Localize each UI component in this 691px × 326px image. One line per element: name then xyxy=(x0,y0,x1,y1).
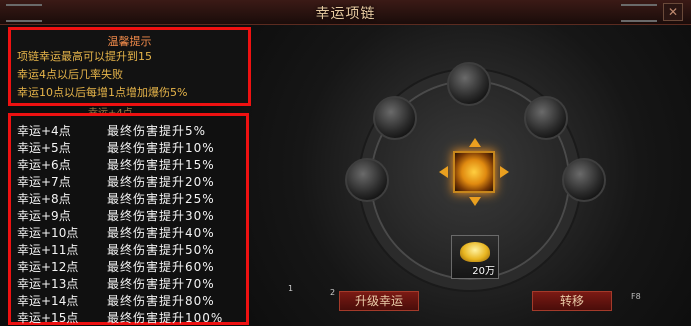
list-item: 幸运+7点 最终伤害提升20% xyxy=(17,173,249,189)
list-item: 幸运+12点 最终伤害提升60% xyxy=(17,258,249,274)
close-icon[interactable]: ✕ xyxy=(663,3,683,21)
luck-level: 幸运+6点 xyxy=(17,158,71,172)
luck-level: 幸运+8点 xyxy=(17,192,71,206)
list-item: 幸运+13点 最终伤害提升70% xyxy=(17,275,249,291)
list-item: 幸运+14点 最终伤害提升80% xyxy=(17,292,249,308)
slot-number-1: 1 xyxy=(288,284,294,293)
damage-bonus: 最终伤害提升30% xyxy=(107,209,215,223)
damage-bonus: 最终伤害提升70% xyxy=(107,277,215,291)
luck-level: 幸运+10点 xyxy=(17,226,79,240)
luck-level: 幸运+4点 xyxy=(17,124,71,138)
list-item: 幸运+11点 最终伤害提升50% xyxy=(17,241,249,257)
title-bar: 幸运项链 ✕ xyxy=(0,0,691,25)
list-item: 幸运+10点 最终伤害提升40% xyxy=(17,224,249,240)
tips-title: 温馨提示 xyxy=(107,35,152,48)
cost-slot: 20万 xyxy=(451,235,499,279)
damage-bonus: 最终伤害提升80% xyxy=(107,294,215,308)
slot-number-2: 2 xyxy=(330,288,336,297)
list-item: 幸运+9点 最终伤害提升30% xyxy=(17,207,249,223)
damage-bonus: 最终伤害提升50% xyxy=(107,243,215,257)
ring-orb-upper-right xyxy=(524,96,568,140)
arrow-up-icon xyxy=(469,138,481,147)
transfer-button[interactable]: 转移 xyxy=(532,291,612,311)
ring-orb-left xyxy=(345,158,389,202)
damage-bonus: 最终伤害提升100% xyxy=(107,311,224,325)
tip-line: 幸运10点以后每增1点增加爆伤5% xyxy=(17,86,188,99)
damage-bonus: 最终伤害提升5% xyxy=(107,124,207,138)
damage-bonus: 最终伤害提升25% xyxy=(107,192,215,206)
luck-level: 幸运+9点 xyxy=(17,209,71,223)
title-ornament-right xyxy=(621,4,657,22)
upgrade-luck-button[interactable]: 升级幸运 xyxy=(339,291,419,311)
tips-panel: 温馨提示 项链幸运最高可以提升到15 幸运4点以后几率失败 幸运10点以后每增1… xyxy=(8,27,251,106)
damage-bonus: 最终伤害提升10% xyxy=(107,141,215,155)
luck-bonus-list: 幸运+4点 最终伤害提升5% 幸运+5点 最终伤害提升10% 幸运+6点 最终伤害提升… xyxy=(8,113,249,325)
luck-level: 幸运+11点 xyxy=(17,243,79,257)
damage-bonus: 最终伤害提升40% xyxy=(107,226,215,240)
ring-orb-right xyxy=(562,158,606,202)
tip-line: 幸运4点以后几率失败 xyxy=(17,68,123,81)
luck-level: 幸运+15点 xyxy=(17,311,79,325)
gold-ingot-icon xyxy=(460,242,490,262)
arrow-right-icon xyxy=(500,166,509,178)
luck-level: 幸运+5点 xyxy=(17,141,71,155)
list-item: 幸运+8点 最终伤害提升25% xyxy=(17,190,249,206)
damage-bonus: 最终伤害提升15% xyxy=(107,158,215,172)
list-item: 幸运+5点 最终伤害提升10% xyxy=(17,139,249,155)
luck-level: 幸运+13点 xyxy=(17,277,79,291)
list-item: 幸运+6点 最终伤害提升15% xyxy=(17,156,249,172)
tip-line: 项链幸运最高可以提升到15 xyxy=(17,50,152,63)
ring-orb-upper-left xyxy=(373,96,417,140)
window-title: 幸运项链 xyxy=(315,6,376,22)
necklace-slot[interactable] xyxy=(453,151,495,193)
list-item: 幸运+15点 最终伤害提升100% xyxy=(17,309,249,325)
cost-amount: 20万 xyxy=(472,266,495,277)
arrow-left-icon xyxy=(439,166,448,178)
luck-level: 幸运+7点 xyxy=(17,175,71,189)
luck-level: 幸运+12点 xyxy=(17,260,79,274)
ring-orb-top xyxy=(447,62,491,106)
list-item: 幸运+4点 最终伤害提升5% xyxy=(17,122,249,138)
damage-bonus: 最终伤害提升20% xyxy=(107,175,215,189)
luck-level: 幸运+14点 xyxy=(17,294,79,308)
damage-bonus: 最终伤害提升60% xyxy=(107,260,215,274)
luck-necklace-window: 幸运项链 ✕ 温馨提示 项链幸运最高可以提升到15 幸运4点以后几率失败 幸运1… xyxy=(0,0,691,326)
arrow-down-icon xyxy=(469,197,481,206)
transfer-hotkey: F8 xyxy=(631,292,641,301)
